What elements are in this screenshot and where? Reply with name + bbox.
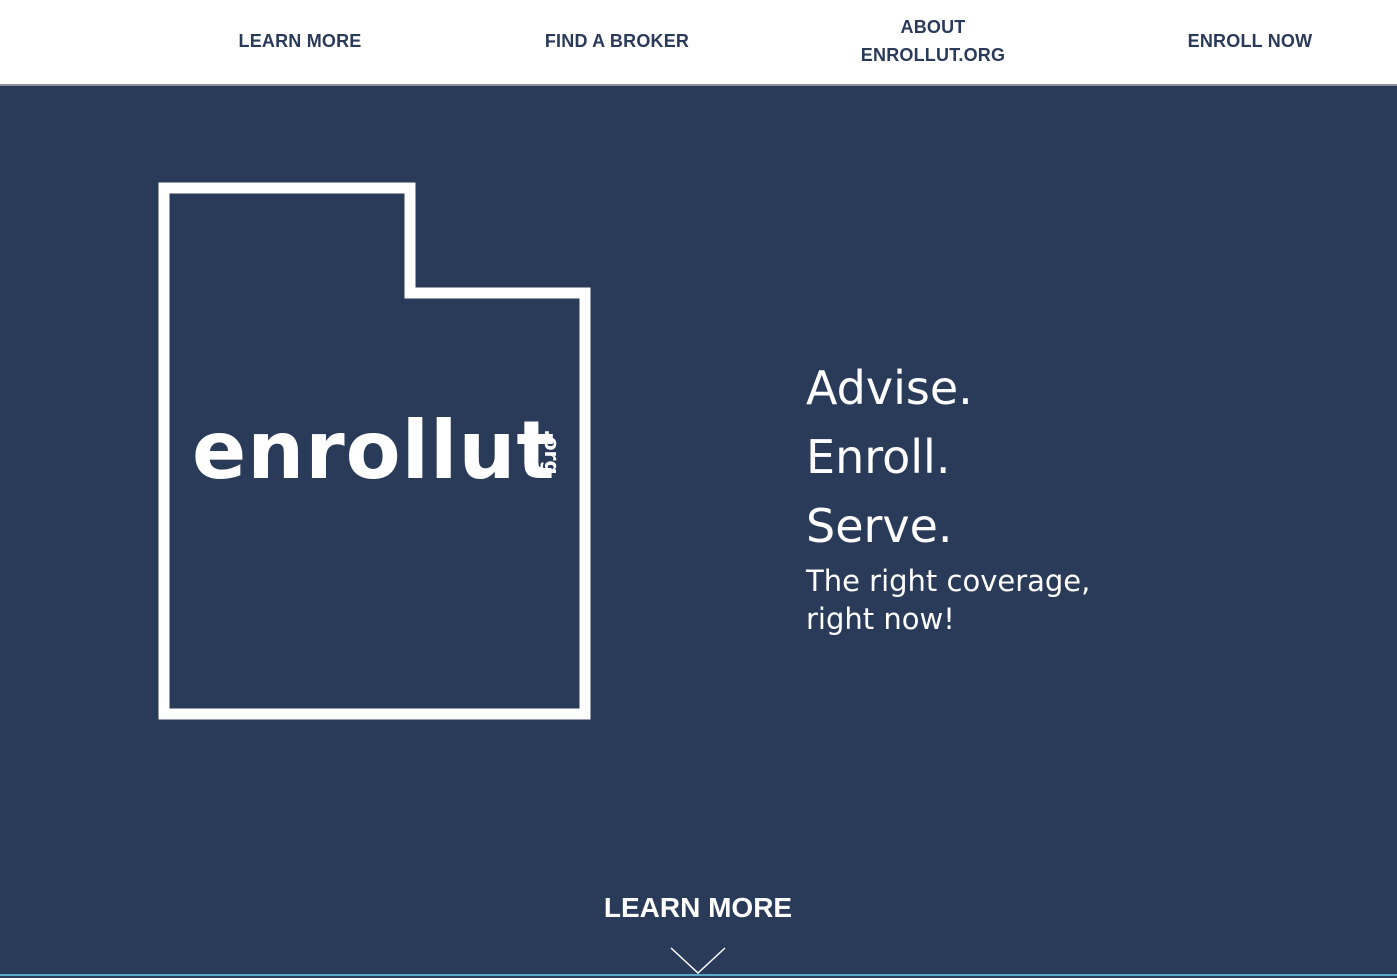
nav-learn-more-link[interactable]: LEARN MORE — [200, 27, 400, 55]
logo-wordmark: enrollut — [192, 404, 556, 497]
hero-subtitle-line1: The right coverage, — [806, 564, 1091, 598]
nav-find-a-broker-link[interactable]: FIND A BROKER — [517, 27, 717, 55]
nav-about-line2: ENROLLUT.ORG — [860, 45, 1006, 65]
tagline-enroll: Enroll. — [806, 430, 951, 484]
learn-more-button[interactable]: LEARN MORE — [548, 888, 848, 928]
nav-enroll-now-link[interactable]: ENROLL NOW — [1150, 27, 1350, 55]
nav-about-line1: ABOUT — [900, 17, 966, 37]
chevron-down-icon[interactable] — [669, 946, 727, 976]
logo-tld: .org — [540, 429, 564, 475]
nav-about-link[interactable]: ABOUT ENROLLUT.ORG — [833, 13, 1033, 69]
top-navigation: LEARN MORE FIND A BROKER ABOUT ENROLLUT.… — [0, 0, 1397, 86]
section-divider — [0, 974, 1397, 976]
hero-subtitle: The right coverage, right now! — [806, 562, 1090, 638]
hero-subtitle-line2: right now! — [806, 602, 955, 636]
tagline-advise: Advise. — [806, 361, 973, 415]
hero-section: enrollut .org Advise. Enroll. Serve. The… — [0, 88, 1397, 978]
tagline-serve: Serve. — [806, 499, 953, 553]
